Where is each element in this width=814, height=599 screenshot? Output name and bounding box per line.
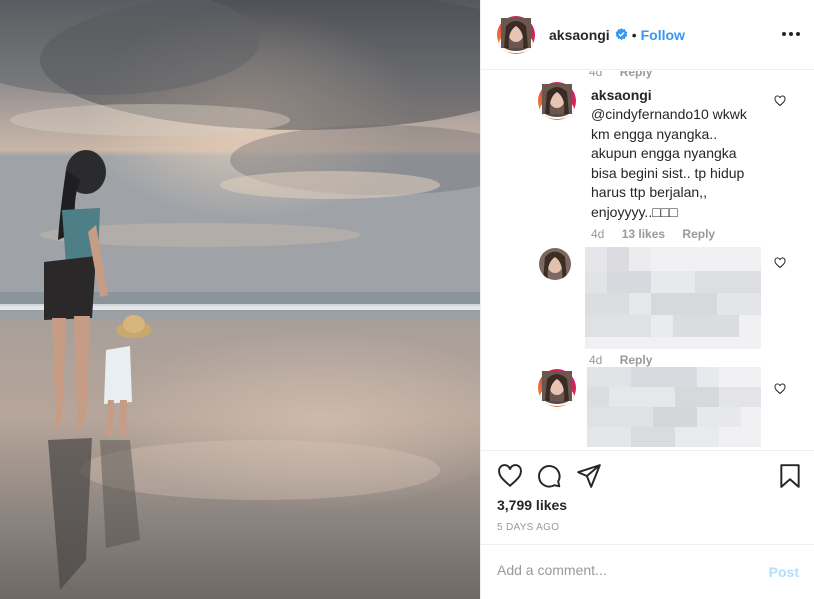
post-sidebar: aksaongi • Follow 4d Reply aksaongi @cin… xyxy=(480,0,814,599)
commenter-avatar-image xyxy=(540,84,574,119)
comment-likes[interactable]: 13 likes xyxy=(622,227,665,241)
comment-meta: 4d Reply xyxy=(589,71,666,79)
reply-button[interactable]: Reply xyxy=(620,71,653,79)
comment-icon[interactable] xyxy=(536,463,562,489)
more-options-icon[interactable] xyxy=(781,24,801,44)
comment-time: 4d xyxy=(591,227,605,241)
commenter-avatar-image xyxy=(540,371,574,406)
follow-button[interactable]: Follow xyxy=(641,27,685,43)
beach-scene-image xyxy=(0,0,480,599)
comments-list[interactable]: 4d Reply aksaongi @cindyfernando10 wkwk … xyxy=(481,71,814,449)
comment-like-heart-icon[interactable] xyxy=(774,257,786,269)
commenter-avatar[interactable] xyxy=(538,369,576,407)
comment-time: 4d xyxy=(589,71,603,79)
comment-meta: 4d Reply xyxy=(589,353,666,367)
commenter-avatar-image xyxy=(539,248,571,280)
comment-like-heart-icon[interactable] xyxy=(774,383,786,395)
commenter-avatar[interactable] xyxy=(539,248,571,280)
post-timestamp[interactable]: 5 DAYS AGO xyxy=(497,522,559,533)
likes-count[interactable]: 3,799 likes xyxy=(497,497,567,513)
comment-input[interactable] xyxy=(497,562,747,578)
author-username[interactable]: aksaongi xyxy=(549,27,610,43)
post-photo[interactable] xyxy=(0,0,480,599)
author-avatar-image xyxy=(499,17,533,53)
blurred-comment-text xyxy=(585,247,761,349)
blurred-comment-text xyxy=(587,367,761,447)
post-actions: 3,799 likes 5 DAYS AGO xyxy=(481,450,814,544)
add-comment-bar: Post xyxy=(481,544,814,599)
reply-button[interactable]: Reply xyxy=(620,353,653,367)
comment-meta: 4d 13 likes Reply xyxy=(591,227,729,241)
reply-button[interactable]: Reply xyxy=(682,227,715,241)
heart-icon[interactable] xyxy=(497,463,523,489)
comment-like-heart-icon[interactable] xyxy=(774,95,786,107)
verified-badge-icon xyxy=(615,28,628,41)
bookmark-icon[interactable] xyxy=(777,463,803,489)
post-header: aksaongi • Follow xyxy=(481,0,814,70)
share-icon[interactable] xyxy=(576,463,602,489)
separator-dot: • xyxy=(631,26,637,43)
comment-text: @cindyfernando10 wkwk km engga nyangka..… xyxy=(591,106,747,220)
comment-time: 4d xyxy=(589,353,603,367)
post-comment-button[interactable]: Post xyxy=(769,564,799,580)
comment-username[interactable]: aksaongi xyxy=(591,87,652,103)
commenter-avatar[interactable] xyxy=(538,82,576,120)
author-avatar[interactable] xyxy=(497,15,535,54)
